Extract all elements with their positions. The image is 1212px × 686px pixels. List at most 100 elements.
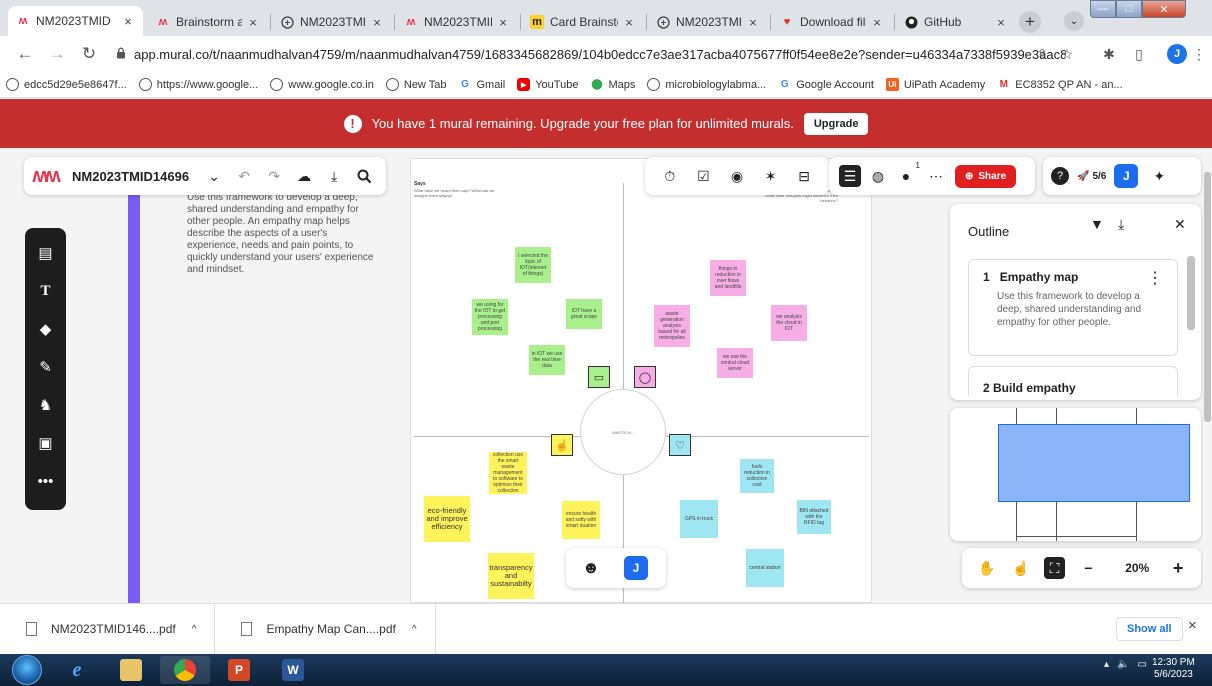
help-icon[interactable]: ?	[1051, 167, 1069, 185]
sticky-note[interactable]: IOT have a great scope	[566, 299, 602, 329]
forward-icon[interactable]: →	[44, 41, 70, 67]
more-icon[interactable]: ⋯	[925, 165, 947, 187]
taskbar-clock[interactable]: 12:30 PM 5/6/2023	[1152, 657, 1195, 681]
zoom-in-button[interactable]: +	[1167, 557, 1189, 579]
bookmark-item[interactable]: https://www.google...	[138, 78, 258, 91]
sticky-note[interactable]: things in reduction in over flows and la…	[710, 260, 746, 296]
laser-pointer-icon[interactable]: ✶	[760, 165, 782, 187]
hand-tool-icon[interactable]: ✋	[976, 557, 998, 579]
outline-item[interactable]: 2 Build empathy	[968, 366, 1178, 396]
sticky-note[interactable]: waste generation analysis based for all …	[654, 305, 690, 347]
zoom-out-button[interactable]: −	[1077, 557, 1099, 579]
tab-brainstorm[interactable]: ʍ Brainstorm and ×	[148, 8, 268, 36]
mural-name[interactable]: NM2023TMID14696	[72, 169, 189, 184]
taskbar-ie[interactable]: e	[52, 656, 102, 684]
search-icon[interactable]	[353, 165, 375, 187]
sticky-note[interactable]: eco-friendly and improve efficiency	[424, 496, 470, 542]
tab-close-icon[interactable]: ×	[121, 14, 135, 29]
select-mode-icon[interactable]: ⛶	[1043, 557, 1066, 579]
tab-close-icon[interactable]: ×	[246, 15, 260, 30]
cloud-saved-icon[interactable]: ☁	[293, 165, 315, 187]
start-button[interactable]	[12, 655, 42, 685]
new-tab-button[interactable]: +	[1019, 11, 1041, 33]
bookmark-item[interactable]: New Tab	[385, 78, 446, 91]
bookmark-item[interactable]: M EC8352 QP AN - an...	[997, 78, 1123, 91]
sticky-note-tool-icon[interactable]: ▤	[33, 240, 59, 266]
sticky-note[interactable]: transparency and sustainabilty	[488, 553, 534, 599]
download-item[interactable]: NM2023TMID146....pdf ^	[0, 603, 216, 655]
center-persona-circle[interactable]: WASTE M...	[580, 389, 666, 475]
bookmark-item[interactable]: G Google Account	[778, 78, 874, 91]
sticky-note[interactable]: ensure health and safty with smart duati…	[562, 501, 600, 539]
sparkle-ai-icon[interactable]: ✦	[1148, 165, 1170, 187]
outline-scrollbar[interactable]	[1186, 246, 1196, 396]
collaborator-avatar[interactable]: J	[624, 556, 648, 580]
taskbar-chrome[interactable]	[160, 656, 210, 684]
image-tool-icon[interactable]: ▣	[33, 430, 59, 456]
sticky-note[interactable]: central station	[746, 549, 784, 587]
upgrade-button[interactable]: Upgrade	[803, 112, 869, 135]
reload-icon[interactable]: ↻	[76, 41, 102, 67]
close-icon[interactable]: ✕	[1174, 216, 1186, 233]
bookmark-item[interactable]: edcc5d29e5e8647f...	[6, 78, 127, 91]
taskbar-explorer[interactable]	[106, 656, 156, 684]
extensions-icon[interactable]: ✱	[1100, 45, 1118, 63]
bookmark-item[interactable]: G Gmail	[458, 78, 505, 91]
undo-icon[interactable]: ↶	[233, 165, 255, 187]
comments-icon[interactable]: ◍	[867, 165, 889, 187]
sticky-note[interactable]: I selected the topic of IOT(internet of …	[515, 247, 551, 283]
outline-icon[interactable]: ☰	[839, 165, 861, 187]
tab-nm-4[interactable]: NM2023TMID ×	[648, 8, 768, 36]
touchpad-icon[interactable]: ☝	[1010, 557, 1032, 579]
show-all-button[interactable]: Show all	[1116, 617, 1183, 641]
minimap[interactable]	[950, 408, 1201, 541]
page-scroll-thumb[interactable]	[1204, 172, 1211, 422]
volume-icon[interactable]: 🔈	[1117, 659, 1129, 670]
tab-search-icon[interactable]: ⌄	[1064, 11, 1084, 31]
url-field[interactable]: app.mural.co/t/naanmudhalvan4759/m/naanm…	[104, 41, 1066, 67]
sticky-note[interactable]: we use the central cloud server	[717, 348, 753, 378]
outline-item[interactable]: 1 Empathy map Use this framework to deve…	[968, 259, 1178, 356]
side-panel-icon[interactable]: ▯	[1130, 45, 1148, 63]
mural-logo-icon[interactable]: ʍʍ	[32, 165, 60, 187]
tab-close-icon[interactable]: ×	[994, 15, 1008, 30]
profile-avatar[interactable]: J	[1167, 44, 1187, 64]
share-button[interactable]: ⊕ Share	[955, 164, 1017, 188]
icons-tool-icon[interactable]: ♞	[33, 392, 59, 418]
tab-card-brainstorm[interactable]: m Card Brainstorm ×	[522, 8, 644, 36]
zoom-level[interactable]: 20%	[1125, 561, 1149, 575]
outline-scroll-thumb[interactable]	[1187, 256, 1195, 330]
close-window-icon[interactable]: ✕	[1142, 0, 1186, 18]
back-icon[interactable]: ←	[12, 41, 38, 67]
bookmark-item[interactable]: ▶ YouTube	[517, 78, 578, 91]
bookmark-item[interactable]: ⬤ Maps	[590, 78, 635, 91]
reactions-icon[interactable]: ☻	[580, 557, 602, 579]
share-page-icon[interactable]: ⇪	[1033, 45, 1051, 63]
present-icon[interactable]: ▼	[1090, 216, 1104, 232]
draw-tool-icon[interactable]: ✎	[33, 354, 59, 380]
network-icon[interactable]: ▭	[1137, 659, 1146, 670]
download-item[interactable]: Empathy Map Can....pdf ^	[215, 603, 436, 655]
taskbar-word[interactable]: W	[268, 656, 318, 684]
text-tool-icon[interactable]: T	[33, 278, 59, 304]
chevron-up-icon[interactable]: ^	[192, 624, 197, 635]
browser-menu-icon[interactable]: ⋮	[1190, 45, 1208, 63]
onboarding-progress[interactable]: 🚀 5/6	[1077, 170, 1107, 182]
bookmark-star-icon[interactable]: ☆	[1058, 45, 1076, 63]
download-outline-icon[interactable]: ⤓	[1118, 216, 1124, 233]
tab-nm-3[interactable]: ʍ NM2023TMID ×	[396, 8, 518, 36]
sticky-note[interactable]: fuels reduction in collection cost	[740, 459, 774, 493]
tab-close-icon[interactable]: ×	[496, 15, 510, 30]
redo-icon[interactable]: ↷	[263, 165, 285, 187]
sticky-note[interactable]: in IOT we use the real time data	[529, 345, 565, 375]
chevron-down-icon[interactable]: ⌄	[203, 165, 225, 187]
tab-nm-2[interactable]: NM2023TMID ×	[272, 8, 392, 36]
tray-arrow-icon[interactable]: ▴	[1104, 659, 1109, 670]
bookmark-item[interactable]: microbiologylabma...	[647, 78, 766, 91]
sticky-note[interactable]: we using for the IOT to get processing a…	[472, 299, 508, 335]
bookmark-item[interactable]: Ui UiPath Academy	[885, 78, 985, 91]
shapes-tool-icon[interactable]: ◆	[33, 316, 59, 342]
minimize-icon[interactable]: —	[1090, 0, 1116, 18]
taskbar-powerpoint[interactable]: P	[214, 656, 264, 684]
tab-close-icon[interactable]: ×	[746, 15, 760, 30]
